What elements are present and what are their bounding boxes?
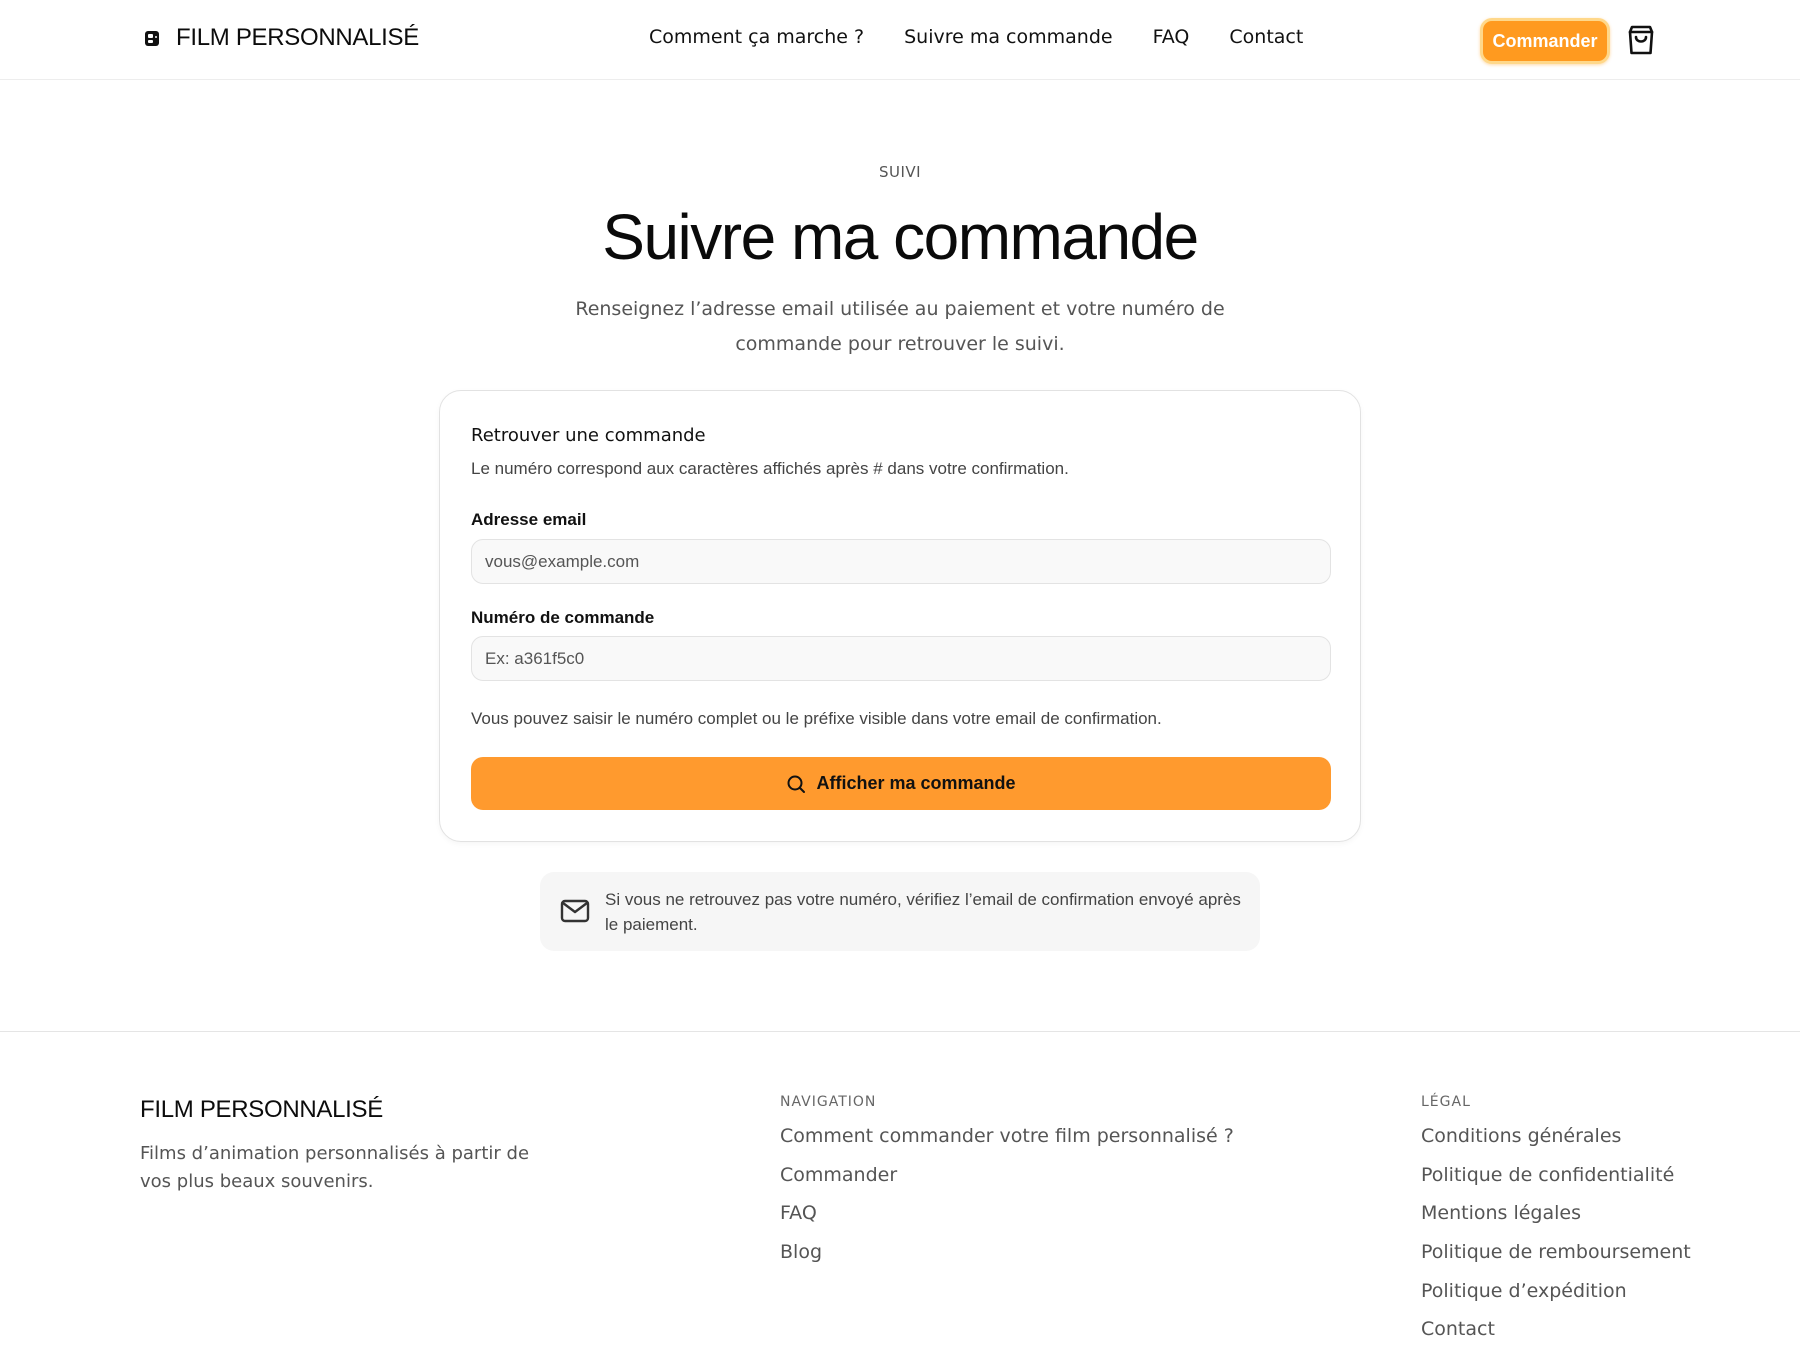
email-label: Adresse email bbox=[471, 510, 587, 529]
footer-nav-title: NAVIGATION bbox=[780, 1094, 877, 1110]
show-order-label: Afficher ma commande bbox=[816, 773, 1016, 793]
brand-logo-link[interactable]: FILM PERSONNALISÉ bbox=[142, 24, 419, 52]
footer-legal-list: Conditions générales Politique de confid… bbox=[1421, 1124, 1691, 1350]
footer-link-privacy[interactable]: Politique de confidentialité bbox=[1421, 1163, 1691, 1202]
footer-link-how-to-order[interactable]: Comment commander votre film personnalis… bbox=[780, 1124, 1234, 1163]
order-number-field[interactable] bbox=[471, 636, 1331, 681]
help-note: Si vous ne retrouvez pas votre numéro, v… bbox=[540, 872, 1260, 951]
footer-link-faq[interactable]: FAQ bbox=[780, 1201, 1234, 1240]
order-button[interactable]: Commander bbox=[1480, 18, 1610, 64]
help-note-text: Si vous ne retrouvez pas votre numéro, v… bbox=[605, 890, 1241, 934]
nav-track-order[interactable]: Suivre ma commande bbox=[904, 26, 1112, 48]
nav-faq[interactable]: FAQ bbox=[1153, 26, 1190, 48]
mail-icon bbox=[560, 899, 590, 923]
footer-link-refund[interactable]: Politique de remboursement bbox=[1421, 1240, 1691, 1279]
page-subtitle: Renseignez l’adresse email utilisée au p… bbox=[575, 298, 1225, 355]
footer-nav-list: Comment commander votre film personnalis… bbox=[780, 1124, 1234, 1279]
footer-link-order[interactable]: Commander bbox=[780, 1163, 1234, 1202]
footer-link-contact[interactable]: Contact bbox=[1421, 1317, 1691, 1350]
order-lookup-card: Retrouver une commande Le numéro corresp… bbox=[439, 390, 1361, 842]
email-field[interactable] bbox=[471, 539, 1331, 584]
section-eyebrow: SUIVI bbox=[878, 163, 922, 181]
footer-legal-title: LÉGAL bbox=[1421, 1094, 1471, 1110]
shopping-bag-icon[interactable] bbox=[1626, 24, 1656, 56]
card-title: Retrouver une commande bbox=[471, 425, 706, 446]
page-title: Suivre ma commande bbox=[602, 201, 1199, 273]
order-number-label: Numéro de commande bbox=[471, 608, 655, 627]
site-footer: FILM PERSONNALISÉ Films d’animation pers… bbox=[0, 1031, 1800, 1350]
nav-how-it-works[interactable]: Comment ça marche ? bbox=[649, 26, 864, 48]
main-nav: Comment ça marche ? Suivre ma commande F… bbox=[649, 26, 1303, 48]
footer-link-shipping[interactable]: Politique d’expédition bbox=[1421, 1279, 1691, 1318]
footer-tagline: Films d’animation personnalisés à partir… bbox=[140, 1143, 530, 1192]
site-header: FILM PERSONNALISÉ Comment ça marche ? Su… bbox=[0, 0, 1800, 80]
footer-link-terms[interactable]: Conditions générales bbox=[1421, 1124, 1691, 1163]
footer-brand: FILM PERSONNALISÉ bbox=[140, 1096, 383, 1123]
film-logo-icon bbox=[145, 31, 159, 46]
nav-contact[interactable]: Contact bbox=[1229, 26, 1303, 48]
footer-link-blog[interactable]: Blog bbox=[780, 1240, 1234, 1279]
search-icon bbox=[787, 775, 806, 793]
card-description: Le numéro correspond aux caractères affi… bbox=[471, 459, 1069, 478]
brand-name: FILM PERSONNALISÉ bbox=[176, 24, 419, 51]
footer-link-legal-notice[interactable]: Mentions légales bbox=[1421, 1201, 1691, 1240]
order-number-help: Vous pouvez saisir le numéro complet ou … bbox=[471, 709, 1162, 728]
show-order-button[interactable]: Afficher ma commande bbox=[471, 757, 1331, 810]
